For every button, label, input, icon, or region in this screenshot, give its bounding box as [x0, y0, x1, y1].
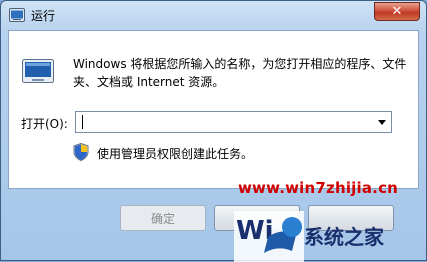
dropdown-button[interactable] [373, 112, 391, 132]
run-icon [9, 8, 25, 22]
text-caret [82, 115, 83, 129]
title-bar[interactable]: 运行 ✕ [1, 1, 426, 29]
watermark-url: www.win7zhijia.cn [238, 179, 399, 197]
chevron-down-icon [378, 119, 386, 125]
ok-button[interactable]: 确定 [120, 205, 206, 231]
close-button[interactable]: ✕ [374, 2, 420, 21]
admin-note: 使用管理员权限创建此任务。 [97, 147, 254, 161]
watermark-logo-text: 系统之家 [304, 225, 384, 249]
open-input[interactable] [76, 112, 374, 132]
close-icon: ✕ [391, 4, 403, 19]
watermark-logo: Wi 系统之家 [234, 207, 427, 262]
open-label: 打开(O): [21, 117, 68, 131]
dialog-content: Windows 将根据您所输入的名称，为您打开相应的程序、文件夹、文档或 Int… [8, 30, 419, 189]
dialog-description: Windows 将根据您所输入的名称，为您打开相应的程序、文件夹、文档或 Int… [73, 57, 407, 89]
open-combobox[interactable] [75, 111, 392, 133]
windows-logo-icon: Wi [234, 211, 304, 262]
run-icon [22, 59, 54, 83]
window-title: 运行 [31, 9, 56, 23]
run-dialog-window: 运行 ✕ Windows 将根据您所输入的名称，为您打开相应的程序、文件夹、文档… [0, 0, 427, 262]
uac-shield-icon [73, 143, 89, 161]
